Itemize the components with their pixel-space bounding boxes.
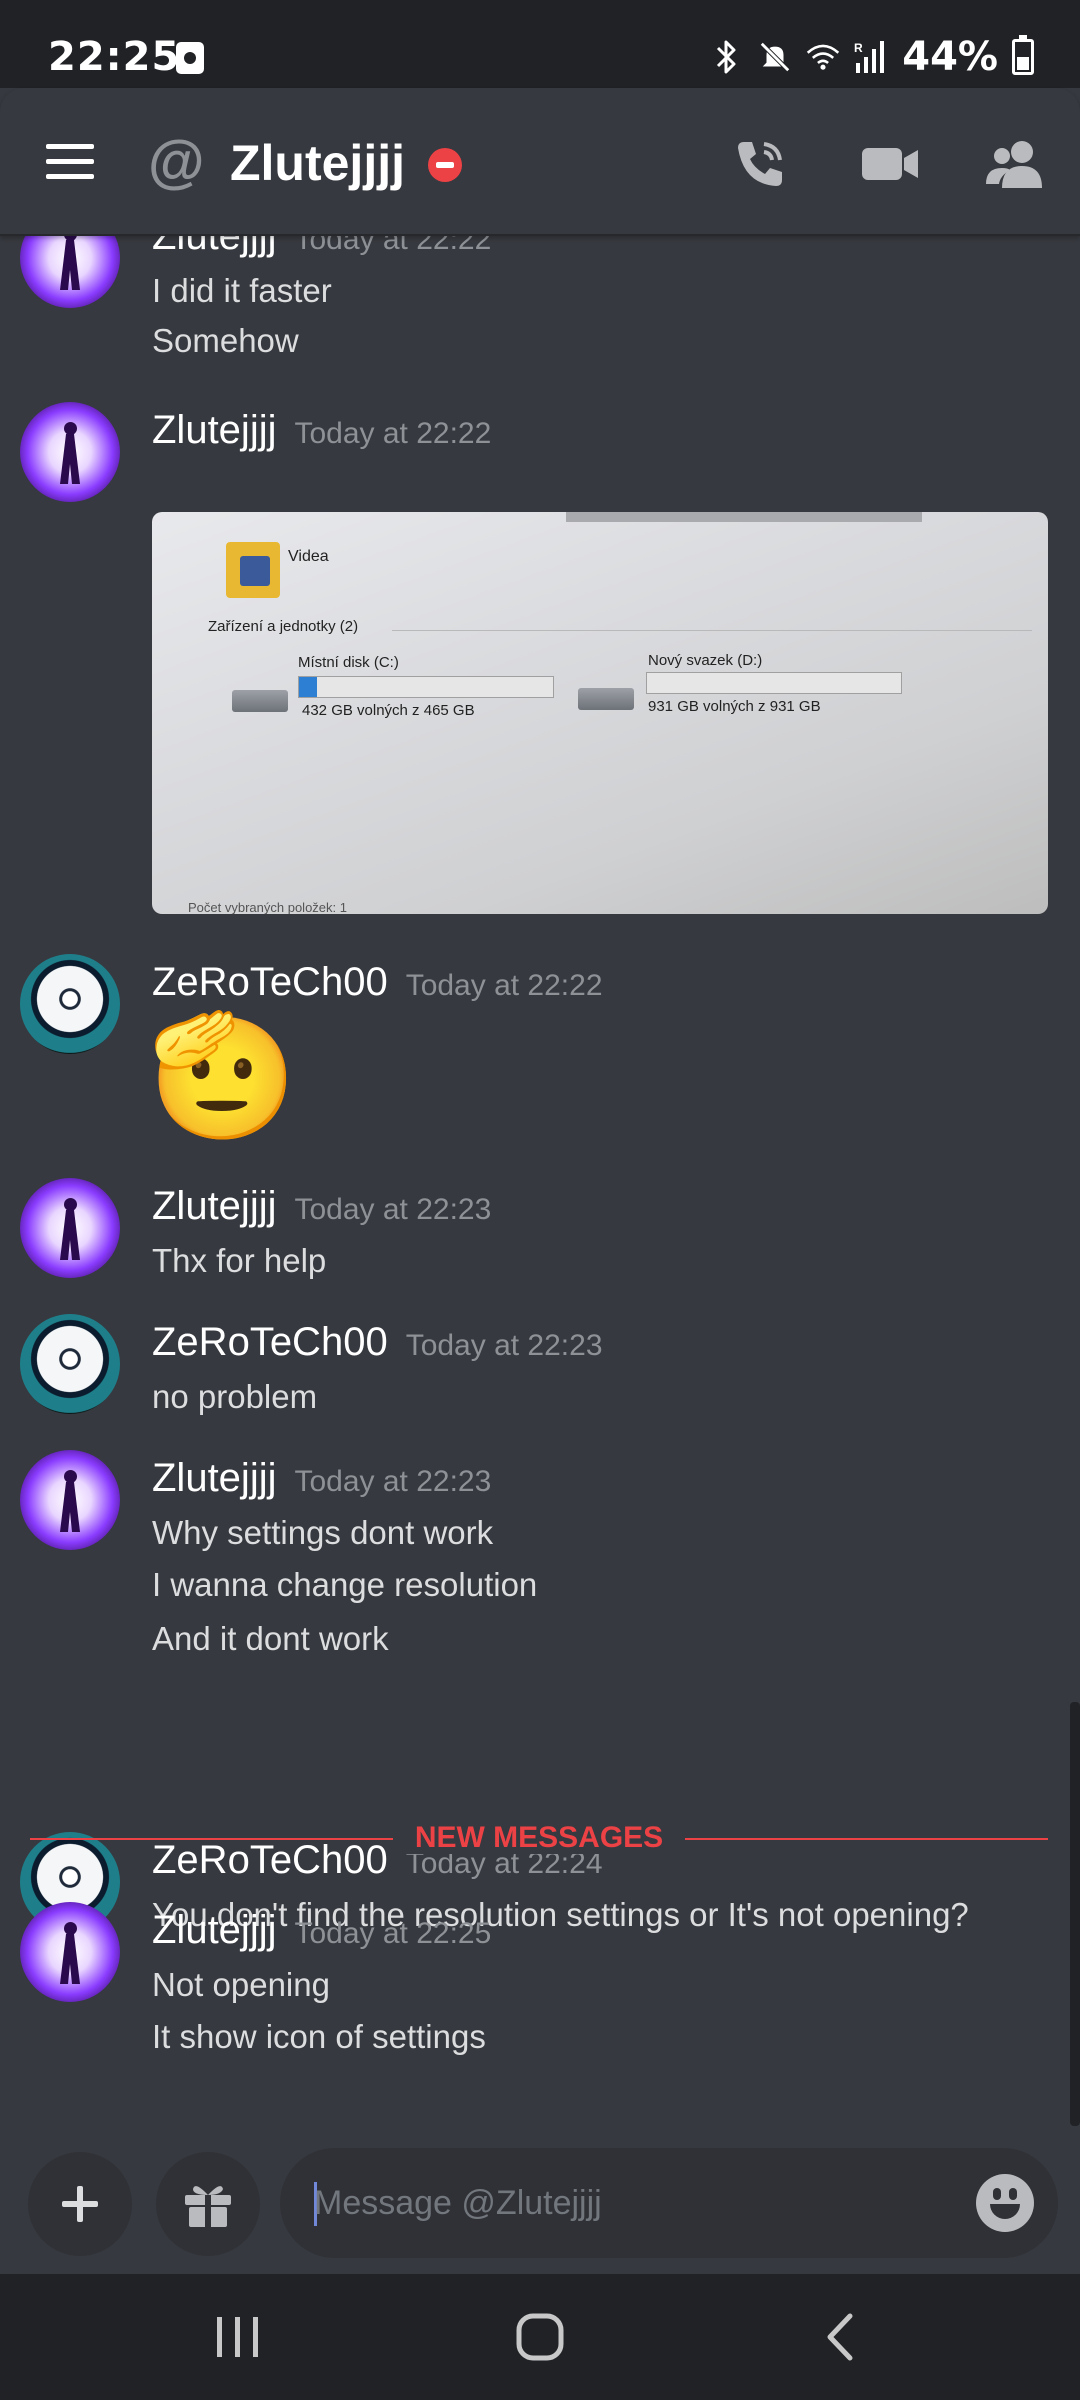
bluetooth-icon (710, 38, 744, 76)
message-author[interactable]: Zlutejjjj Today at 22:23 (152, 1456, 491, 1501)
battery-icon (1012, 35, 1034, 75)
message-composer (0, 2140, 1080, 2274)
avatar[interactable] (20, 402, 120, 502)
video-icon[interactable] (858, 132, 922, 196)
attachment-section-label: Zařízení a jednotky (2) (208, 618, 359, 635)
message-timestamp: Today at 22:22 (294, 236, 492, 256)
message-line: It show icon of settings (152, 2018, 486, 2055)
status-bar: 22:25 R 44% (0, 0, 1080, 88)
gift-icon (185, 2186, 231, 2227)
mute-icon (758, 38, 792, 76)
home-icon[interactable] (500, 2304, 580, 2370)
plus-icon (62, 2186, 98, 2222)
avatar[interactable] (20, 1450, 120, 1550)
message-timestamp: Today at 22:25 (294, 1917, 492, 1950)
message-line: I wanna change resolution (152, 1566, 538, 1603)
channel-header: @ Zlutejjjj (0, 88, 1080, 236)
image-attachment[interactable]: Videa Zařízení a jednotky (2) Místní dis… (152, 512, 1048, 914)
message-line: Not opening (152, 1966, 330, 2003)
avatar[interactable] (20, 1902, 120, 2002)
message-author[interactable]: Zlutejjjj Today at 22:25 (152, 1908, 491, 1953)
avatar[interactable] (20, 1314, 120, 1414)
new-messages-divider: NEW MESSAGES (30, 1818, 1048, 1858)
screen-record-icon (176, 42, 204, 74)
back-icon[interactable] (800, 2304, 880, 2370)
attachment-folder-label: Videa (288, 548, 329, 565)
thinking-emoji: 🫡 (148, 1009, 298, 1143)
gift-button[interactable] (156, 2152, 260, 2256)
drive-c-label: Místní disk (C:) (298, 654, 399, 671)
drive-d-icon (578, 688, 634, 710)
add-attachment-button[interactable] (28, 2152, 132, 2256)
message-author[interactable]: ZeRoTeCh00 Today at 22:22 (152, 960, 603, 1005)
message-list[interactable]: Zlutejjjj Today at 22:22 I did it faster … (0, 236, 1080, 2140)
signal-icon: R (854, 38, 888, 76)
hamburger-icon[interactable] (46, 144, 98, 180)
scrollbar[interactable] (1070, 1702, 1080, 2126)
message-line: I did it faster (152, 272, 332, 309)
message-author[interactable]: Zlutejjjj Today at 22:23 (152, 1184, 491, 1229)
message-line: And it dont work (152, 1620, 389, 1657)
drive-c-free: 432 GB volných z 465 GB (302, 702, 475, 719)
message-timestamp: Today at 22:23 (405, 1329, 603, 1362)
drive-d-bar (646, 672, 902, 694)
attachment-rule (392, 630, 1032, 631)
system-nav-bar (0, 2274, 1080, 2400)
message-line: Thx for help (152, 1242, 327, 1279)
drive-d-label: Nový svazek (D:) (648, 652, 763, 669)
dnd-status-icon (428, 148, 462, 182)
message-input-container (280, 2148, 1058, 2258)
message-line: Somehow (152, 322, 299, 359)
battery-fill (1017, 56, 1029, 70)
at-icon: @ (148, 129, 205, 194)
wifi-icon (806, 38, 840, 76)
dm-title[interactable]: Zlutejjjj (230, 134, 405, 192)
folder-icon (226, 542, 280, 598)
status-icons: R 44% (710, 34, 1034, 80)
message-input[interactable] (314, 2148, 914, 2258)
attachment-footer: Počet vybraných položek: 1 (188, 900, 347, 914)
message-author[interactable]: Zlutejjjj Today at 22:22 (152, 408, 491, 453)
message-author[interactable]: ZeRoTeCh00 Today at 22:23 (152, 1320, 603, 1365)
message-line: Why settings dont work (152, 1514, 494, 1551)
drive-c-bar-fill (299, 677, 317, 697)
status-time: 22:25 (48, 34, 181, 80)
drive-c-bar (298, 676, 554, 698)
message-line: no problem (152, 1378, 318, 1415)
members-icon[interactable] (982, 132, 1046, 196)
attachment-window-bar (566, 512, 922, 522)
message-timestamp: Today at 22:22 (294, 417, 492, 450)
avatar[interactable] (20, 236, 120, 308)
new-messages-label: NEW MESSAGES (30, 1818, 1048, 1858)
svg-text:R: R (854, 41, 863, 55)
emoji-picker-icon[interactable] (976, 2174, 1034, 2232)
avatar[interactable] (20, 1178, 120, 1278)
message-timestamp: Today at 22:23 (294, 1193, 492, 1226)
message-timestamp: Today at 22:22 (405, 969, 603, 1002)
message-author[interactable]: Zlutejjjj Today at 22:22 (152, 236, 491, 259)
message-timestamp: Today at 22:23 (294, 1465, 492, 1498)
avatar[interactable] (20, 954, 120, 1054)
call-icon[interactable] (728, 132, 792, 196)
recent-apps-icon[interactable] (198, 2304, 278, 2370)
drive-c-icon (232, 690, 288, 712)
drive-d-free: 931 GB volných z 931 GB (648, 698, 821, 715)
battery-percent: 44% (902, 34, 998, 80)
